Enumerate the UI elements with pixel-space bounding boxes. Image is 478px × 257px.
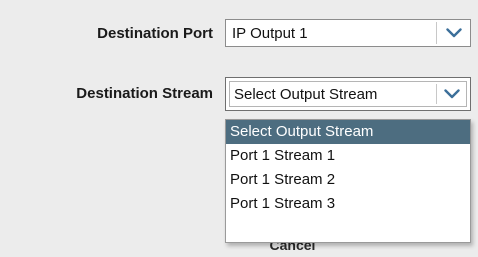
destination-stream-select[interactable]: Select Output Stream bbox=[225, 77, 471, 111]
dropdown-option-port1-stream3[interactable]: Port 1 Stream 3 bbox=[226, 192, 470, 216]
destination-stream-dropdown-list: Select Output Stream Port 1 Stream 1 Por… bbox=[225, 119, 471, 243]
chevron-down-icon[interactable] bbox=[437, 20, 470, 46]
destination-port-select[interactable]: IP Output 1 bbox=[225, 19, 471, 47]
dropdown-option-port1-stream1[interactable]: Port 1 Stream 1 bbox=[226, 144, 470, 168]
destination-port-label: Destination Port bbox=[97, 25, 213, 42]
destination-stream-value: Select Output Stream bbox=[234, 85, 378, 103]
destination-port-value: IP Output 1 bbox=[232, 24, 308, 42]
dropdown-option-port1-stream2[interactable]: Port 1 Stream 2 bbox=[226, 168, 470, 192]
chevron-down-icon[interactable] bbox=[437, 82, 466, 106]
dropdown-option-select-output-stream[interactable]: Select Output Stream bbox=[226, 120, 470, 144]
destination-stream-label: Destination Stream bbox=[76, 85, 213, 102]
destination-stream-select-inner[interactable]: Select Output Stream bbox=[229, 81, 467, 107]
